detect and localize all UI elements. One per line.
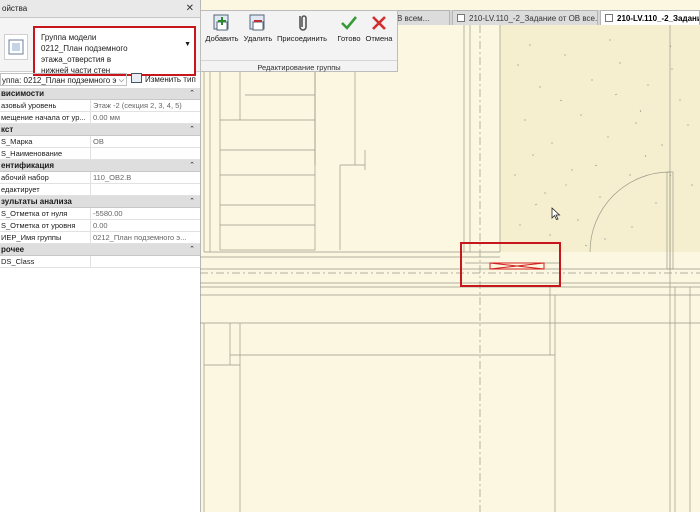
group-header-label: зультаты анализа <box>1 197 72 206</box>
property-row[interactable]: мещение начала от ур... 0.00 мм <box>0 112 200 124</box>
view-icon <box>605 14 613 22</box>
property-row[interactable]: S_Марка ОВ <box>0 136 200 148</box>
property-row[interactable]: S_Отметка от нуля -5580.00 <box>0 208 200 220</box>
view-icon <box>457 14 465 22</box>
group-header-label: ентификация <box>1 161 54 170</box>
property-row[interactable]: S_Отметка от уровня 0.00 <box>0 220 200 232</box>
property-value[interactable]: 0212_План подземного э... <box>93 232 198 243</box>
properties-grid: висимости ⌃ азовый уровень Этаж -2 (секция… <box>0 88 200 268</box>
group-header-label: висимости <box>1 89 45 98</box>
property-name: едактирует <box>1 185 40 194</box>
property-row[interactable]: ИЕР_Имя группы 0212_План подземного э... <box>0 232 200 244</box>
property-value[interactable]: Этаж -2 (секция 2, 3, 4, 5) <box>93 100 198 111</box>
type-selector-category: Группа модели <box>41 33 97 42</box>
property-row[interactable]: азовый уровень Этаж -2 (секция 2, 3, 4, 5… <box>0 100 200 112</box>
edit-type-label: Изменить тип <box>145 75 196 84</box>
property-name: DS_Class <box>1 257 35 266</box>
add-to-group-icon <box>212 13 232 31</box>
remove-from-group-button[interactable]: Удалить <box>241 13 275 43</box>
instance-filter-dropdown[interactable]: уппа: 0212_План подземного э ⌵ <box>0 73 127 86</box>
edit-type-icon <box>131 73 142 83</box>
property-row[interactable]: DS_Class <box>0 256 200 268</box>
add-to-group-label: Добавить <box>205 34 239 43</box>
cancel-button[interactable]: Отмена <box>364 13 394 43</box>
instance-filter-row: уппа: 0212_План подземного э ⌵ Изменить … <box>0 72 200 89</box>
view-tab-label: В всем... <box>397 14 430 23</box>
property-name: абочий набор <box>1 173 49 182</box>
group-header-analysis[interactable]: зультаты анализа ⌃ <box>0 196 200 208</box>
group-header-label: рочее <box>1 245 25 254</box>
attach-detail-icon <box>292 13 312 31</box>
opening-element <box>489 262 545 270</box>
property-name: ИЕР_Имя группы <box>1 233 62 242</box>
collapse-icon[interactable]: ⌃ <box>189 196 195 207</box>
collapse-icon[interactable]: ⌃ <box>189 88 195 99</box>
property-value[interactable]: 0.00 мм <box>93 112 198 123</box>
property-value[interactable]: ОВ <box>93 136 198 147</box>
property-name: S_Отметка от уровня <box>1 221 76 230</box>
group-header-text[interactable]: кст ⌃ <box>0 124 200 136</box>
group-header-label: кст <box>1 125 14 134</box>
property-value[interactable]: -5580.00 <box>93 208 198 219</box>
properties-title: ойства <box>2 4 28 13</box>
finish-button[interactable]: Готово <box>335 13 363 43</box>
properties-panel: ойства ✕ Группа модели 0212_План подземн… <box>0 0 201 512</box>
property-name: S_Наименование <box>1 149 63 158</box>
collapse-icon[interactable]: ⌃ <box>189 244 195 255</box>
property-row[interactable]: едактирует <box>0 184 200 196</box>
remove-from-group-icon <box>248 13 268 31</box>
property-value[interactable]: 110_ОВ2.В <box>93 172 198 183</box>
collapse-icon[interactable]: ⌃ <box>189 160 195 171</box>
type-selector-area: Группа модели 0212_План подземного этажа… <box>0 18 200 76</box>
attach-detail-label: Присоединить <box>276 34 327 43</box>
property-value[interactable]: 0.00 <box>93 220 198 231</box>
property-name: S_Марка <box>1 137 33 146</box>
finish-check-icon <box>339 13 359 31</box>
chevron-down-icon[interactable]: ▼ <box>184 39 191 50</box>
view-tab-active[interactable]: 210-LV.110_-2_Задание от <box>600 10 700 25</box>
edit-type-button[interactable]: Изменить тип <box>131 72 196 88</box>
cancel-x-icon <box>369 13 389 31</box>
type-selector-name-line1: 0212_План подземного этажа_отверстия в <box>41 44 128 64</box>
mouse-cursor-icon <box>551 207 561 220</box>
finish-label: Готово <box>337 34 361 43</box>
collapse-icon[interactable]: ⌃ <box>189 124 195 135</box>
ribbon-group-label: Редактирование группы <box>201 60 397 72</box>
group-header-constraints[interactable]: висимости ⌃ <box>0 88 200 100</box>
view-tab-label: 210-LV.110_-2_Задание от <box>617 14 700 23</box>
group-type-icon <box>4 34 28 60</box>
type-selector[interactable]: Группа модели 0212_План подземного этажа… <box>33 26 196 76</box>
property-name: азовый уровень <box>1 101 57 110</box>
group-header-other[interactable]: рочее ⌃ <box>0 244 200 256</box>
cancel-label: Отмена <box>365 34 393 43</box>
chevron-down-icon[interactable]: ⌵ <box>119 74 124 87</box>
close-icon[interactable]: ✕ <box>186 0 194 17</box>
property-row[interactable]: абочий набор 110_ОВ2.В <box>0 172 200 184</box>
edit-group-ribbon: Добавить Удалить Присоединить Готово Отм… <box>200 10 398 72</box>
add-to-group-button[interactable]: Добавить <box>203 13 241 43</box>
property-row[interactable]: S_Наименование <box>0 148 200 160</box>
properties-title-bar: ойства ✕ <box>0 0 200 18</box>
view-tab[interactable]: 210-LV.110_-2_Задание от ОВ все... <box>452 10 598 25</box>
attach-detail-button[interactable]: Присоединить <box>275 13 329 43</box>
instance-filter-value: уппа: 0212_План подземного э <box>2 76 117 85</box>
drawing-canvas[interactable] <box>200 25 700 512</box>
property-name: мещение начала от ур... <box>1 113 86 122</box>
property-name: S_Отметка от нуля <box>1 209 68 218</box>
group-header-identity[interactable]: ентификация ⌃ <box>0 160 200 172</box>
remove-from-group-label: Удалить <box>243 34 273 43</box>
view-tab-label: 210-LV.110_-2_Задание от ОВ все... <box>469 14 598 23</box>
